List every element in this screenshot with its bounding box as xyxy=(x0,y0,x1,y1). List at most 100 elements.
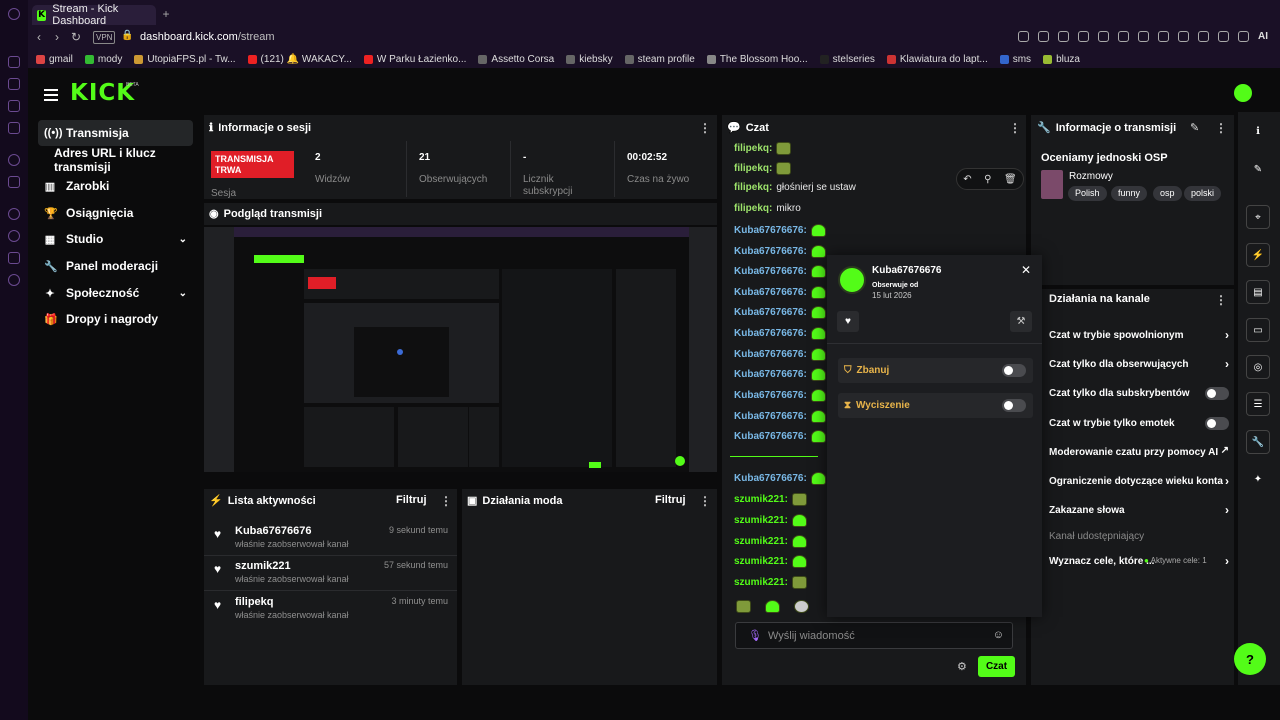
chat-username[interactable]: filipekq: xyxy=(734,163,772,174)
chat-message[interactable]: filipekq: głośnierj se ustaw xyxy=(734,182,856,193)
chat-message[interactable]: szumik221: xyxy=(734,555,807,568)
sidebar-item-stream-key[interactable]: Adres URL i klucz transmisji xyxy=(48,146,208,174)
help-button[interactable]: ? xyxy=(1234,643,1266,675)
reload-icon[interactable]: ↻ xyxy=(71,30,81,44)
chat-send-button[interactable]: Czat xyxy=(978,656,1015,677)
chat-message[interactable]: Kuba67676676: xyxy=(734,368,826,381)
emote-icon[interactable] xyxy=(765,600,780,613)
mic-icon[interactable]: 🎙 xyxy=(748,629,762,642)
chat-message[interactable]: filipekq: xyxy=(734,162,792,175)
chat-message[interactable]: Kuba67676676: xyxy=(734,389,826,402)
chat-username[interactable]: Kuba67676676: xyxy=(734,349,807,360)
kebab-icon[interactable]: ⋮ xyxy=(1215,121,1227,135)
followers-only-row[interactable]: Czat tylko dla obserwujących › xyxy=(1049,357,1229,371)
extension-icon[interactable] xyxy=(1158,31,1169,42)
chat-username[interactable]: Kuba67676676: xyxy=(734,307,807,318)
kebab-icon[interactable]: ⋮ xyxy=(699,121,711,135)
kebab-icon[interactable]: ⋮ xyxy=(1215,293,1227,307)
account-age-row[interactable]: Ograniczenie dotyczące wieku konta › xyxy=(1049,474,1229,488)
follow-button[interactable]: ♥ xyxy=(837,311,859,332)
tag[interactable]: funny xyxy=(1111,186,1148,201)
messenger-icon[interactable] xyxy=(8,154,20,166)
chat-message[interactable]: Kuba67676676: xyxy=(734,224,826,237)
edit-icon[interactable]: ✎ xyxy=(1190,121,1199,134)
avatar[interactable] xyxy=(1234,84,1252,102)
chat-app-icon[interactable] xyxy=(8,78,20,90)
sidebar-item-osiagniecia[interactable]: 🏆 Osiągnięcia xyxy=(38,200,193,226)
kebab-icon[interactable]: ⋮ xyxy=(699,494,711,508)
delete-icon[interactable]: 🗑 xyxy=(1004,174,1017,185)
extension-icon[interactable] xyxy=(1178,31,1189,42)
tag[interactable]: osp xyxy=(1153,186,1182,201)
kebab-icon[interactable]: ⋮ xyxy=(440,494,452,508)
url-input[interactable]: dashboard.kick.com/stream xyxy=(140,31,275,43)
forward-icon[interactable]: › xyxy=(55,30,59,44)
sidebar-item-panel-moderacji[interactable]: 🔧 Panel moderacji xyxy=(38,253,193,279)
bookmark[interactable]: Assetto Corsa xyxy=(478,54,554,65)
broadcast-icon[interactable]: ◎ xyxy=(1246,355,1270,379)
vpn-badge[interactable]: VPN xyxy=(93,31,116,44)
player-icon[interactable] xyxy=(8,100,20,112)
chat-username[interactable]: Kuba67676676: xyxy=(734,411,807,422)
chat-username[interactable]: szumik221: xyxy=(734,515,788,526)
extension-icon[interactable] xyxy=(1078,31,1089,42)
chat-username[interactable]: filipekq: xyxy=(734,182,772,193)
goals-row[interactable]: Wyznacz cele, które ... ● Aktywne cele: … xyxy=(1049,554,1229,568)
subscribers-only-toggle[interactable] xyxy=(1205,387,1229,400)
extension-icon[interactable] xyxy=(1138,31,1149,42)
bookmark[interactable]: The Blossom Hoo... xyxy=(706,54,808,65)
sidebar-item-dropy[interactable]: 🎁 Dropy i nagrody xyxy=(38,306,193,332)
banned-words-row[interactable]: Zakazane słowa › xyxy=(1049,503,1229,517)
bookmark[interactable]: gmail xyxy=(36,54,73,65)
activity-filter-button[interactable]: Filtruj xyxy=(396,494,427,506)
chat-username[interactable]: Kuba67676676: xyxy=(734,246,807,257)
community-icon[interactable]: ✦ xyxy=(1246,467,1270,491)
chat-message[interactable]: Kuba67676676: xyxy=(734,410,826,423)
chat-message[interactable]: Kuba67676676: xyxy=(734,327,826,340)
bookmark[interactable]: kiebsky xyxy=(566,54,613,65)
chat-message[interactable]: Kuba67676676: xyxy=(734,430,826,443)
chat-username[interactable]: szumik221: xyxy=(734,536,788,547)
wrench-icon[interactable]: 🔧 xyxy=(1246,430,1270,454)
chat-input[interactable]: 🎙 Wyślij wiadomość ☺ xyxy=(735,622,1013,649)
chat-message[interactable]: szumik221: xyxy=(734,576,807,589)
stream-preview[interactable] xyxy=(204,227,717,472)
aria-icon[interactable] xyxy=(8,208,20,220)
slow-mode-row[interactable]: Czat w trybie spowolnionym › xyxy=(1049,328,1229,342)
menu-icon[interactable] xyxy=(44,86,58,104)
chat-message[interactable]: szumik221: xyxy=(734,514,807,527)
extensions-icon[interactable] xyxy=(8,252,20,264)
emoji-icon[interactable]: ☺ xyxy=(993,629,1004,641)
chat-settings-icon[interactable]: ⚙ xyxy=(957,660,967,673)
emote-only-toggle[interactable] xyxy=(1205,417,1229,430)
chat-message[interactable]: Kuba67676676: xyxy=(734,306,826,319)
chat-bubble-icon[interactable]: ▭ xyxy=(1246,318,1270,342)
sidebar-item-zarobki[interactable]: ▥ Zarobki xyxy=(38,173,193,199)
settings-icon[interactable] xyxy=(8,274,20,286)
chat-username[interactable]: Kuba67676676: xyxy=(734,266,807,277)
bookmark[interactable]: sms xyxy=(999,54,1031,65)
bookmark[interactable]: (121) 🔔 WAKACY... xyxy=(247,54,352,65)
bookmark[interactable]: Klawiatura do lapt... xyxy=(886,54,988,65)
bookmark[interactable]: bluza xyxy=(1043,54,1080,65)
document-icon[interactable]: ▤ xyxy=(1246,280,1270,304)
kebab-icon[interactable]: ⋮ xyxy=(1009,121,1021,135)
chat-username[interactable]: Kuba67676676: xyxy=(734,390,807,401)
chat-message[interactable]: filipekq: xyxy=(734,142,792,155)
chat-message[interactable]: Kuba67676676: xyxy=(734,286,826,299)
chat-message[interactable]: Kuba67676676: xyxy=(734,472,826,485)
bookmark[interactable]: stelseries xyxy=(819,54,875,65)
close-icon[interactable]: ✕ xyxy=(1021,263,1031,277)
extension-icon[interactable] xyxy=(1118,31,1129,42)
extension-icon[interactable] xyxy=(1098,31,1109,42)
extension-icon[interactable] xyxy=(1018,31,1029,42)
chat-username[interactable]: Kuba67676676: xyxy=(734,473,807,484)
chat-message[interactable]: Kuba67676676: xyxy=(734,265,826,278)
bolt-icon[interactable]: ⚡ xyxy=(1246,243,1270,267)
focus-icon[interactable]: ⌖ xyxy=(1246,205,1270,229)
sidebar-item-studio[interactable]: ▦ Studio ⌄ xyxy=(38,226,193,252)
chat-username[interactable]: Kuba67676676: xyxy=(734,369,807,380)
chat-username[interactable]: Kuba67676676: xyxy=(734,287,807,298)
opera-icon[interactable] xyxy=(8,8,20,20)
chat-message[interactable]: szumik221: xyxy=(734,535,807,548)
